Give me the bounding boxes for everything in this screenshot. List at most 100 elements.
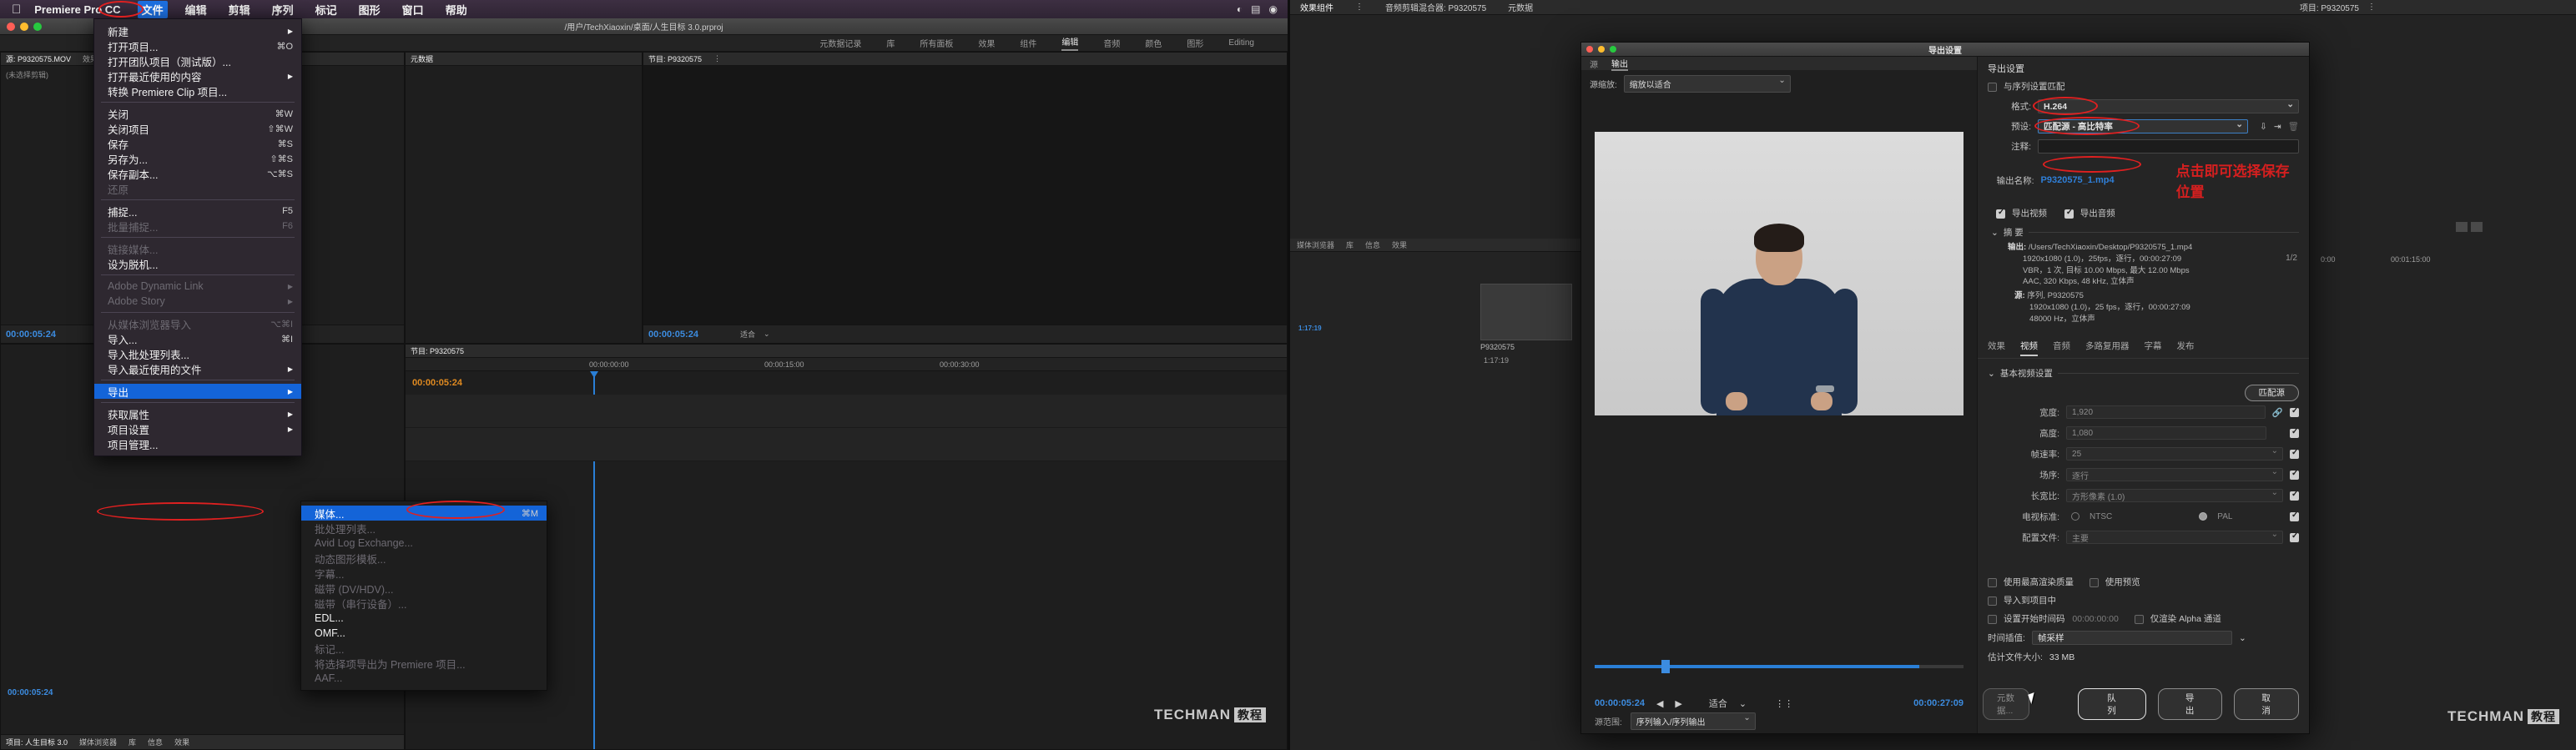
menu-capture[interactable]: 捕捉... F5: [94, 204, 301, 219]
workspace-tab-color[interactable]: 颜色: [1145, 37, 1162, 49]
cancel-button[interactable]: 取消: [2234, 688, 2299, 720]
right-tab-effect-controls[interactable]: 效果组件: [1300, 1, 1333, 13]
save-preset-icon[interactable]: ⇩: [2260, 122, 2267, 132]
background-clip-thumbnail[interactable]: [1480, 284, 1572, 340]
wifi-icon[interactable]: ◐: [1237, 3, 1243, 15]
menu-close-project[interactable]: 关闭项目 ⇧⌘W: [94, 121, 301, 136]
submenu-edl[interactable]: EDL...: [301, 611, 547, 626]
settings-tab-multiplexer[interactable]: 多路复用器: [2085, 340, 2130, 356]
menu-import-recent-file[interactable]: 导入最近使用的文件 ▶: [94, 361, 301, 376]
camera-icon[interactable]: [2471, 222, 2483, 232]
chevron-down-icon[interactable]: ⌄: [1988, 369, 1995, 379]
source-monitor-title[interactable]: 源: P9320575.MOV: [6, 53, 71, 64]
menu-item-file[interactable]: 文件: [137, 0, 168, 18]
menu-save[interactable]: 保存 ⌘S: [94, 136, 301, 151]
workspace-tab-assembly[interactable]: 组件: [1020, 37, 1036, 49]
menu-new[interactable]: 新建 ▶: [94, 23, 301, 38]
timeline-video-track[interactable]: [406, 395, 1287, 428]
height-checkbox[interactable]: [2290, 427, 2299, 438]
menu-open-recent[interactable]: 打开最近使用的内容 ▶: [94, 68, 301, 83]
program-monitor-canvas[interactable]: [643, 66, 1287, 325]
tab-info[interactable]: 信息: [148, 737, 163, 747]
framerate-value[interactable]: 25: [2066, 446, 2283, 461]
export-video-checkbox[interactable]: [1996, 208, 2006, 219]
menu-project-settings[interactable]: 项目设置 ▶: [94, 421, 301, 436]
import-to-project-checkbox[interactable]: [1988, 596, 1998, 606]
tab-libraries[interactable]: 库: [129, 737, 136, 747]
profile-value[interactable]: 主要: [2066, 530, 2283, 545]
tv-standard-checkbox[interactable]: [2290, 511, 2299, 521]
chevron-down-icon[interactable]: ⌄: [2239, 633, 2246, 643]
render-alpha-only-checkbox[interactable]: [2134, 614, 2144, 624]
preview-fit-label[interactable]: 适合: [1709, 697, 1727, 710]
prev-frame-icon[interactable]: ◀: [1656, 698, 1663, 709]
settings-tab-publish[interactable]: 发布: [2177, 340, 2195, 356]
source-scaling-select[interactable]: 缩放以适合: [1623, 75, 1791, 93]
program-monitor-title[interactable]: 节目: P9320575: [648, 53, 702, 64]
export-button[interactable]: 导出: [2157, 688, 2223, 720]
chevron-down-icon[interactable]: ⌄: [764, 330, 770, 339]
export-submenu[interactable]: 媒体... ⌘M 批处理列表... Avid Log Exchange... 动态…: [300, 501, 547, 691]
inout-range-icon[interactable]: ⋮⋮: [1775, 698, 1793, 709]
workspace-tab-editing[interactable]: 编辑: [1061, 35, 1079, 51]
workspace-tab-library[interactable]: 库: [886, 37, 895, 49]
preview-tab-source[interactable]: 源: [1590, 58, 1598, 70]
bg-tab-effects[interactable]: 效果: [1392, 239, 1407, 250]
menu-item-sequence[interactable]: 序列: [268, 1, 298, 18]
next-frame-icon[interactable]: ▶: [1675, 698, 1681, 709]
preview-scrubber[interactable]: [1595, 660, 1964, 673]
match-sequence-checkbox[interactable]: [1988, 82, 1998, 92]
bg-tab-media-browser[interactable]: 媒体浏览器: [1297, 239, 1334, 250]
menu-open-project[interactable]: 打开项目... ⌘O: [94, 38, 301, 53]
menu-export[interactable]: 导出 ▶: [94, 384, 301, 399]
menu-item-clip[interactable]: 剪辑: [224, 1, 255, 18]
match-sequence-row[interactable]: 与序列设置匹配: [1988, 80, 2299, 93]
timeline-ruler[interactable]: 00:00:00:00 00:00:15:00 00:00:30:00: [406, 358, 1287, 371]
tab-media-browser[interactable]: 媒体浏览器: [79, 737, 117, 747]
right-tab-audio-clip-mixer[interactable]: 音频剪辑混合器: P9320575: [1385, 1, 1486, 13]
menu-get-properties[interactable]: 获取属性 ▶: [94, 406, 301, 421]
preview-tab-output[interactable]: 输出: [1611, 57, 1628, 71]
project-panel-title[interactable]: 项目: 人生目标 3.0: [6, 737, 68, 747]
time-interpolation-select[interactable]: 帧采样: [2031, 631, 2232, 645]
fieldorder-checkbox[interactable]: [2290, 469, 2299, 480]
settings-tab-video[interactable]: 视频: [2020, 340, 2039, 357]
menu-import[interactable]: 导入... ⌘I: [94, 331, 301, 346]
bg-tab-info[interactable]: 信息: [1365, 239, 1380, 250]
menu-import-batch-list[interactable]: 导入批处理列表...: [94, 346, 301, 361]
ntsc-radio[interactable]: [2071, 512, 2080, 521]
bg-tab-library[interactable]: 库: [1346, 239, 1354, 250]
source-range-select[interactable]: 序列输入/序列输出: [1630, 712, 1756, 730]
menu-item-graphics[interactable]: 图形: [355, 1, 385, 18]
submenu-omf[interactable]: OMF...: [301, 626, 547, 641]
workspace-tab-metadata-log[interactable]: 元数据记录: [819, 37, 861, 49]
panel-menu-icon[interactable]: ⋮: [2367, 3, 2376, 12]
summary-header[interactable]: ⌄ 摘 要: [1991, 226, 2299, 239]
menu-save-as[interactable]: 另存为... ⇧⌘S: [94, 151, 301, 166]
preview-video-stage[interactable]: [1595, 132, 1964, 415]
program-fit-label[interactable]: 适合: [740, 329, 755, 340]
pal-radio[interactable]: [2199, 512, 2208, 521]
max-render-quality-checkbox[interactable]: [1988, 577, 1998, 587]
profile-checkbox[interactable]: [2290, 531, 2299, 542]
panel-menu-icon[interactable]: ⋮: [1355, 3, 1364, 12]
output-name-link[interactable]: P9320575_1.mp4: [2041, 175, 2115, 185]
aspect-value[interactable]: 方形像素 (1.0): [2066, 488, 2283, 503]
menu-save-copy[interactable]: 保存副本... ⌥⌘S: [94, 166, 301, 181]
set-start-timecode-checkbox[interactable]: [1988, 614, 1998, 624]
menu-make-offline[interactable]: 设为脱机...: [94, 256, 301, 271]
aspect-checkbox[interactable]: [2290, 490, 2299, 501]
menu-item-help[interactable]: 帮助: [441, 1, 471, 18]
preview-scrub-handle[interactable]: [1661, 660, 1670, 673]
tab-effects[interactable]: 效果: [174, 737, 189, 747]
timeline-tool-icon[interactable]: [2456, 222, 2468, 232]
apple-icon[interactable]: : [12, 3, 21, 17]
menu-open-team-project[interactable]: 打开团队项目（测试版）...: [94, 53, 301, 68]
chevron-down-icon[interactable]: ⌄: [1739, 698, 1747, 709]
workspace-tab-all-panels[interactable]: 所有面板: [920, 37, 953, 49]
start-timecode-value[interactable]: 00:00:00:00: [2072, 614, 2118, 624]
width-value[interactable]: 1,920: [2066, 405, 2266, 420]
height-value[interactable]: 1,080: [2066, 426, 2266, 440]
workspace-tab-graphics[interactable]: 图形: [1187, 37, 1203, 49]
menu-item-marker[interactable]: 标记: [311, 1, 341, 18]
